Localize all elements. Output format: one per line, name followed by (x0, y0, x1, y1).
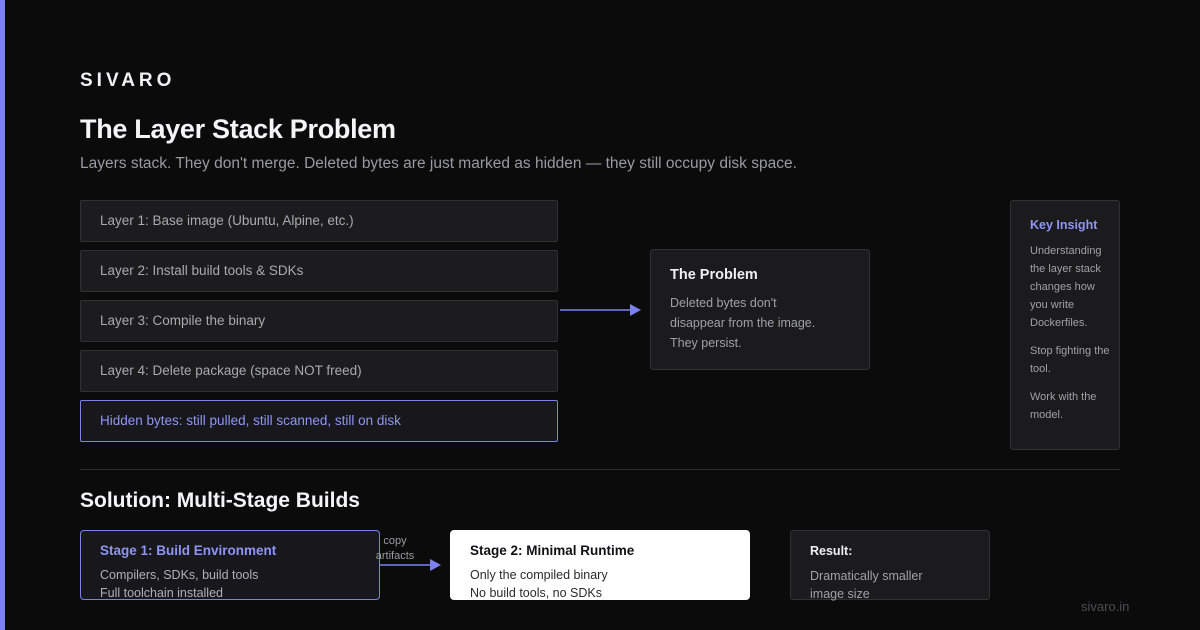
result-title: Result: (810, 544, 853, 558)
stage-1-title: Stage 1: Build Environment (100, 543, 277, 558)
layer-1: Layer 1: Base image (Ubuntu, Alpine, etc… (80, 200, 558, 242)
layer-3: Layer 3: Compile the binary (80, 300, 558, 342)
stage-1-to-stage-2-arrow (380, 559, 441, 571)
stage-2-card: Stage 2: Minimal Runtime Only the compil… (450, 530, 750, 600)
result-card: Result: Dramatically smaller image size (790, 530, 990, 601)
stage-2-line: Only the compiled binary (470, 568, 608, 582)
section-divider (80, 469, 1120, 470)
key-insight-paragraph: Understanding the layer stack changes ho… (1030, 245, 1102, 329)
key-insight-title: Key Insight (1030, 218, 1098, 232)
problem-card: The Problem Deleted bytes don't disappea… (650, 249, 870, 370)
solution-title: Solution: Multi-Stage Builds (80, 489, 360, 512)
stage-2-title: Stage 2: Minimal Runtime (470, 543, 635, 558)
key-insight-paragraph: Work with the model. (1030, 391, 1097, 421)
layer-to-problem-arrow (560, 304, 641, 316)
hidden-bytes-layer: Hidden bytes: still pulled, still scanne… (80, 400, 558, 442)
stage-1-card: Stage 1: Build Environment Compilers, SD… (80, 530, 380, 600)
problem-title: The Problem (670, 267, 758, 283)
layer-4: Layer 4: Delete package (space NOT freed… (80, 350, 558, 392)
brand-logo: SIVARO (80, 70, 176, 91)
copy-label-line: copy (383, 535, 407, 547)
result-line: Dramatically smaller (810, 569, 923, 583)
layer-2: Layer 2: Install build tools & SDKs (80, 250, 558, 292)
accent-bar (0, 0, 5, 630)
page-subtitle: Layers stack. They don't merge. Deleted … (80, 155, 797, 172)
stage-2-line: No build tools, no SDKs (470, 586, 603, 600)
problem-body: Deleted bytes don't disappear from the i… (670, 296, 816, 350)
key-insight-paragraph: Stop fighting the tool. (1030, 345, 1110, 375)
result-line: image size (810, 587, 870, 601)
key-insight-card: Key Insight Understanding the layer stac… (1010, 200, 1120, 450)
stage-1-line: Compilers, SDKs, build tools (100, 568, 259, 582)
page-title: The Layer Stack Problem (80, 114, 396, 144)
footer-url: sivaro.in (1081, 599, 1130, 614)
stage-1-line: Full toolchain installed (100, 586, 223, 600)
